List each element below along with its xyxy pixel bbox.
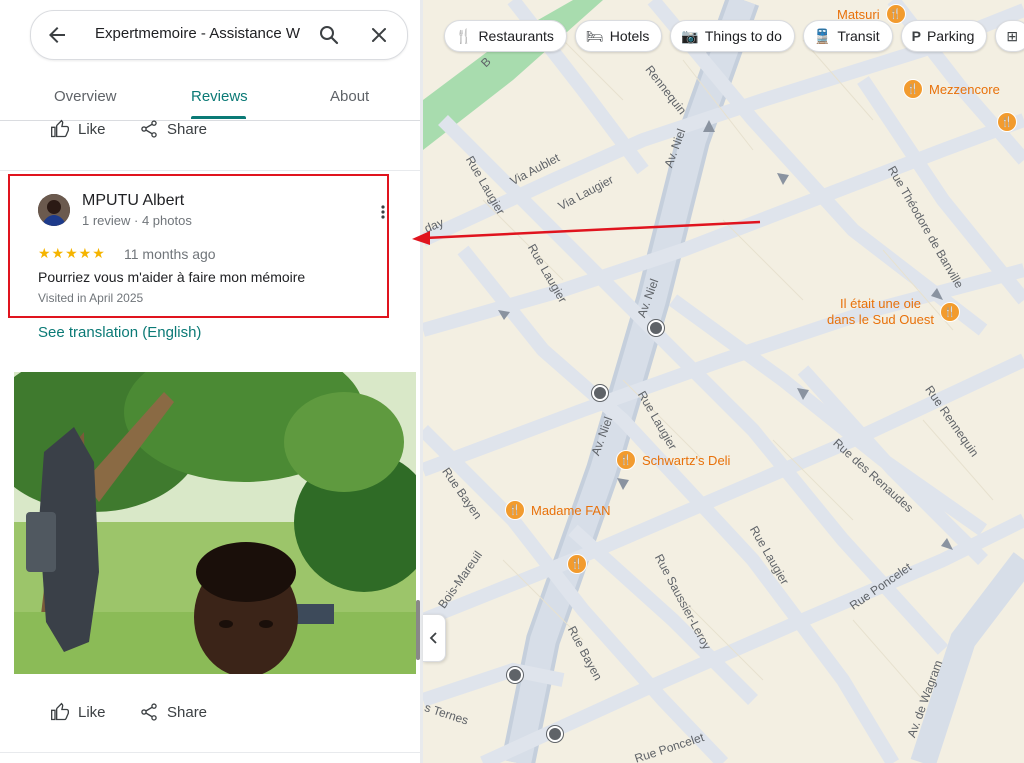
search-box[interactable]: Expertmemoire - Assistance W xyxy=(30,10,408,60)
poi-restaurant[interactable]: 🍴 xyxy=(567,554,587,574)
see-translation-link[interactable]: See translation (English) xyxy=(38,324,201,341)
utensils-icon: 🍴 xyxy=(455,27,473,44)
thumbs-up-icon xyxy=(51,119,69,138)
thumbs-up-icon xyxy=(51,702,69,721)
poi-restaurant[interactable]: 🍴 xyxy=(997,112,1017,132)
metro-station-icon[interactable] xyxy=(507,667,523,683)
tab-reviews[interactable]: Reviews xyxy=(191,88,248,105)
chip-more[interactable]: ⊞ xyxy=(995,20,1024,52)
poi-label: Mezzencore xyxy=(929,81,1000,97)
parking-icon: P xyxy=(911,28,921,44)
tab-overview[interactable]: Overview xyxy=(54,88,117,105)
photo-share-button[interactable]: Share xyxy=(139,702,207,722)
like-button[interactable]: Like xyxy=(50,119,106,139)
like-label: Like xyxy=(78,703,106,721)
share-button[interactable]: Share xyxy=(139,119,207,139)
metro-station-icon[interactable] xyxy=(592,385,608,401)
chip-things-to-do[interactable]: 📷 Things to do xyxy=(670,20,795,52)
restaurant-pin-icon: 🍴 xyxy=(616,450,636,470)
chip-parking[interactable]: P Parking xyxy=(900,20,988,52)
restaurant-pin-icon: 🍴 xyxy=(567,554,587,574)
restaurant-pin-icon: 🍴 xyxy=(505,500,525,520)
chevron-left-icon xyxy=(429,632,437,644)
place-tabs: Overview Reviews About xyxy=(0,78,420,121)
search-input[interactable]: Expertmemoire - Assistance W xyxy=(95,25,303,42)
share-icon xyxy=(141,703,157,721)
collapse-panel-button[interactable] xyxy=(423,614,446,662)
highlight-annotation-box xyxy=(8,174,389,318)
share-label: Share xyxy=(167,120,208,138)
poi-il-etait-une-oie[interactable]: Il était une oie dans le Sud Ouest 🍴 xyxy=(827,296,960,328)
restaurant-pin-icon: 🍴 xyxy=(997,112,1017,132)
review-divider xyxy=(0,170,420,171)
chip-transit[interactable]: 🚆 Transit xyxy=(802,20,893,52)
camera-icon: 📷 xyxy=(681,27,699,44)
back-arrow-icon[interactable] xyxy=(45,23,69,47)
share-label: Share xyxy=(167,703,208,721)
poi-label: Il était une oie dans le Sud Ouest xyxy=(827,296,934,327)
place-panel: Expertmemoire - Assistance W Overview Re… xyxy=(0,0,420,763)
close-icon[interactable] xyxy=(367,23,391,47)
poi-label: Madame FAN xyxy=(531,502,611,518)
chip-hotels[interactable]: 🛏 Hotels xyxy=(574,20,663,52)
search-icon[interactable] xyxy=(317,23,341,47)
map-canvas[interactable]: Rennequin Via Aublet Rue Laugier Via Lau… xyxy=(423,0,1024,763)
tab-about[interactable]: About xyxy=(330,88,369,105)
pharmacy-icon: ⊞ xyxy=(1006,27,1019,44)
poi-schwartzs-deli[interactable]: 🍴 Schwartz's Deli xyxy=(616,450,730,470)
metro-station-icon[interactable] xyxy=(547,726,563,742)
restaurant-pin-icon: 🍴 xyxy=(939,302,960,322)
share-icon xyxy=(141,120,157,138)
bottom-divider xyxy=(0,752,420,753)
review-photo[interactable] xyxy=(14,372,416,674)
map-streets xyxy=(423,0,1024,763)
restaurant-pin-icon: 🍴 xyxy=(903,79,923,99)
poi-label: Schwartz's Deli xyxy=(642,452,731,468)
like-label: Like xyxy=(78,120,106,138)
photo-like-button[interactable]: Like xyxy=(50,702,106,722)
bed-icon: 🛏 xyxy=(585,27,604,44)
bus-icon: 🚆 xyxy=(813,27,832,44)
chip-restaurants[interactable]: 🍴 Restaurants xyxy=(444,20,567,52)
metro-station-icon[interactable] xyxy=(648,320,664,336)
poi-madame-fan[interactable]: 🍴 Madame FAN xyxy=(505,500,610,520)
poi-mezzencore[interactable]: 🍴 Mezzencore xyxy=(903,79,1000,99)
category-chips: 🍴 Restaurants 🛏 Hotels 📷 Things to do 🚆 Tran… xyxy=(444,20,1024,52)
